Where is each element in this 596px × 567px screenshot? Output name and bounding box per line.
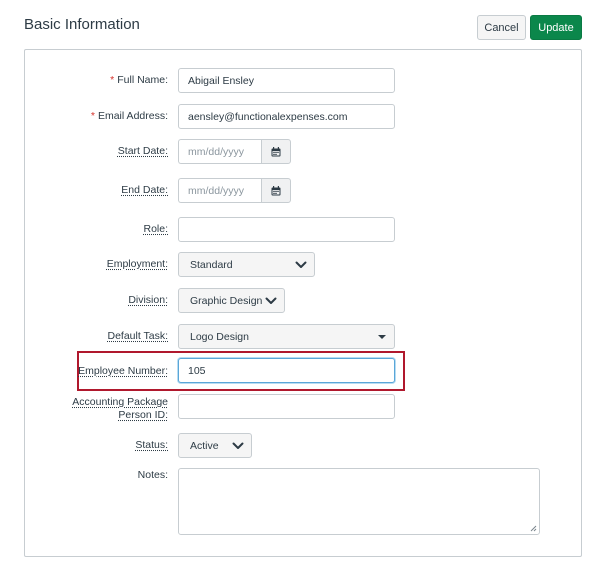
accounting-person-id-label: Accounting Package Person ID: bbox=[72, 396, 168, 421]
start-date-calendar-button[interactable] bbox=[261, 139, 291, 164]
default-task-select[interactable]: Logo Design bbox=[178, 324, 395, 349]
email-address-input[interactable]: aensley@functionalexpenses.com bbox=[178, 104, 395, 129]
employment-select[interactable]: Standard bbox=[178, 252, 315, 277]
cancel-button[interactable]: Cancel bbox=[477, 15, 526, 40]
notes-label: Notes: bbox=[137, 469, 168, 481]
start-date-input[interactable]: mm/dd/yyyy bbox=[178, 139, 262, 164]
accounting-person-id-input[interactable] bbox=[178, 394, 395, 419]
end-date-calendar-button[interactable] bbox=[261, 178, 291, 203]
calendar-icon bbox=[271, 146, 281, 156]
employment-label: Employment: bbox=[106, 258, 168, 270]
full-name-label: * Full Name: bbox=[110, 74, 168, 86]
start-date-picker: mm/dd/yyyy bbox=[178, 139, 291, 164]
chevron-down-icon bbox=[295, 261, 307, 268]
email-address-label: * Email Address: bbox=[90, 110, 168, 122]
status-select[interactable]: Active bbox=[178, 433, 252, 458]
end-date-picker: mm/dd/yyyy bbox=[178, 178, 291, 203]
required-asterisk: * bbox=[90, 110, 95, 122]
resize-grip-icon[interactable] bbox=[529, 524, 537, 532]
calendar-icon bbox=[271, 185, 281, 195]
chevron-down-icon bbox=[265, 297, 277, 304]
required-asterisk: * bbox=[110, 74, 115, 86]
role-label: Role: bbox=[143, 223, 168, 235]
end-date-label: End Date: bbox=[121, 184, 168, 196]
division-select[interactable]: Graphic Design bbox=[178, 288, 285, 313]
update-button[interactable]: Update bbox=[530, 15, 582, 40]
end-date-input[interactable]: mm/dd/yyyy bbox=[178, 178, 262, 203]
status-label: Status: bbox=[135, 439, 168, 451]
default-task-label: Default Task: bbox=[107, 330, 168, 342]
employee-number-label: Employee Number: bbox=[78, 365, 168, 377]
start-date-label: Start Date: bbox=[117, 145, 168, 157]
status-value: Active bbox=[190, 439, 219, 452]
role-input[interactable] bbox=[178, 217, 395, 242]
default-task-value: Logo Design bbox=[190, 330, 249, 343]
division-value: Graphic Design bbox=[190, 294, 263, 307]
full-name-input[interactable]: Abigail Ensley bbox=[178, 68, 395, 93]
division-label: Division: bbox=[128, 294, 168, 306]
chevron-down-icon bbox=[232, 442, 244, 449]
notes-textarea[interactable] bbox=[178, 468, 540, 535]
caret-down-icon bbox=[378, 335, 386, 339]
employment-value: Standard bbox=[190, 258, 233, 271]
page-title: Basic Information bbox=[24, 16, 140, 33]
employee-number-input[interactable]: 105 bbox=[178, 358, 395, 383]
